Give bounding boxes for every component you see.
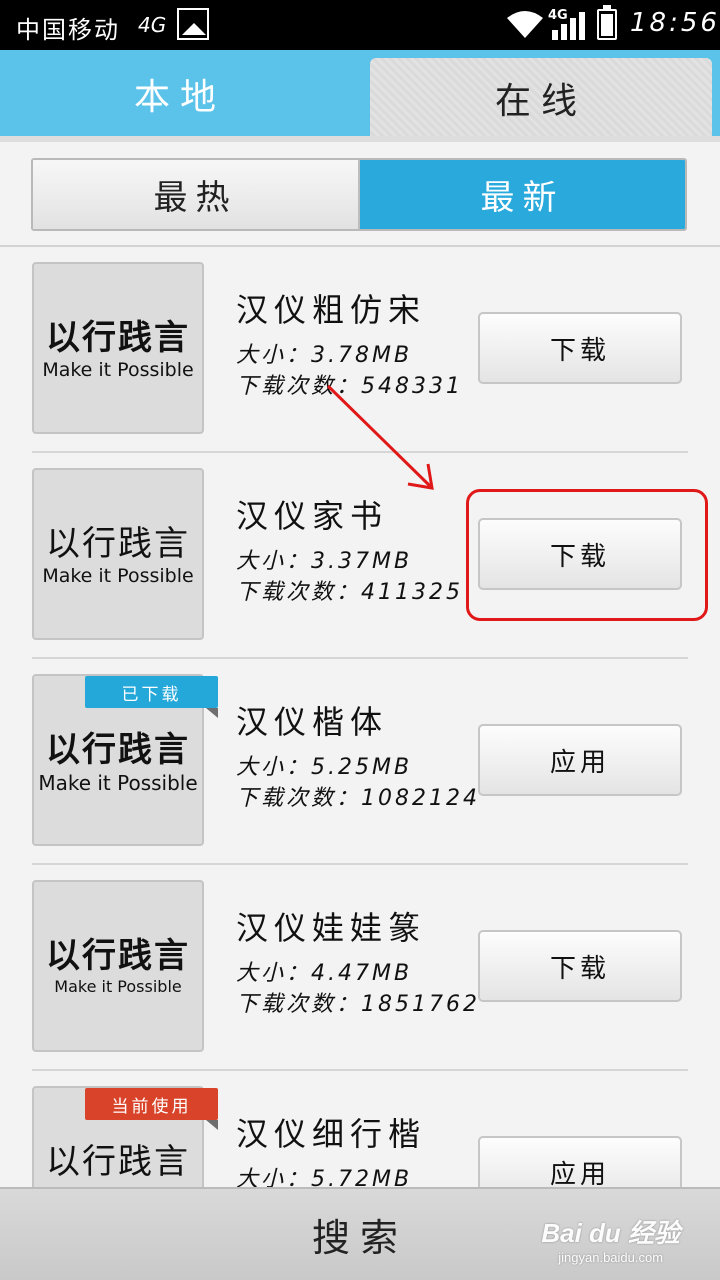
download-count-label: 下载次数：1851762 bbox=[236, 992, 480, 1017]
list-item: 以行践言 Make it Possible 汉仪粗仿宋 大小：3.78MB 下载… bbox=[0, 247, 720, 453]
image-icon bbox=[177, 8, 209, 40]
baidu-watermark: Bai du 经验 jingyan.baidu.com bbox=[541, 1213, 680, 1265]
preview-chinese-text: 以行践言 bbox=[46, 730, 190, 770]
preview-chinese-text: 以行践言 bbox=[46, 318, 190, 358]
status-bar: 中国移动 4G 4G 18:56 bbox=[0, 0, 720, 50]
segment-hottest[interactable]: 最热 bbox=[33, 160, 360, 229]
font-preview[interactable]: 以行践言 Make it Possible bbox=[32, 468, 204, 640]
watermark-url: jingyan.baidu.com bbox=[558, 1250, 664, 1265]
apply-button[interactable]: 应用 bbox=[478, 724, 682, 796]
download-button[interactable]: 下载 bbox=[478, 930, 682, 1002]
font-name: 汉仪楷体 bbox=[236, 703, 389, 741]
preview-english-text: Make it Possible bbox=[42, 565, 194, 587]
preview-english-text: Make it Possible bbox=[54, 977, 182, 996]
tab-online[interactable]: 在线 bbox=[370, 58, 712, 138]
font-size-label: 大小：5.25MB bbox=[236, 755, 413, 780]
download-button[interactable]: 下载 bbox=[478, 312, 682, 384]
font-size-label: 大小：5.72MB bbox=[236, 1167, 413, 1187]
font-name: 汉仪娃娃篆 bbox=[236, 909, 427, 947]
preview-chinese-text: 以行践言 bbox=[46, 524, 190, 564]
sort-segmented-control: 最热 最新 bbox=[31, 158, 687, 231]
font-preview[interactable]: 以行践言 当前使用 bbox=[32, 1086, 218, 1187]
apply-button[interactable]: 应用 bbox=[478, 1136, 682, 1187]
preview-english-text: Make it Possible bbox=[38, 771, 198, 795]
download-count-label: 下载次数：548331 bbox=[236, 374, 463, 399]
font-size-label: 大小：3.78MB bbox=[236, 343, 413, 368]
font-preview[interactable]: 以行践言 Make it Possible 已下载 bbox=[32, 674, 218, 846]
network-type-label: 4G bbox=[138, 13, 167, 37]
segment-newest[interactable]: 最新 bbox=[360, 160, 685, 229]
tab-bar-divider bbox=[0, 136, 720, 142]
watermark-logo: Bai du 经验 bbox=[541, 1218, 680, 1248]
font-name: 汉仪家书 bbox=[236, 497, 389, 535]
top-tab-bar: 本地 在线 bbox=[0, 50, 720, 138]
screen: 中国移动 4G 4G 18:56 本地 在线 最热 最新 以行践言 Make i… bbox=[0, 0, 720, 1280]
font-name: 汉仪细行楷 bbox=[236, 1115, 427, 1153]
font-preview[interactable]: 以行践言 Make it Possible bbox=[32, 880, 204, 1052]
tab-local[interactable]: 本地 bbox=[0, 50, 360, 138]
download-count-label: 下载次数：1082124 bbox=[236, 786, 480, 811]
preview-chinese-text: 以行践言 bbox=[46, 936, 190, 976]
current-use-badge: 当前使用 bbox=[85, 1088, 218, 1130]
wifi-icon bbox=[507, 11, 543, 38]
battery-icon bbox=[597, 5, 617, 40]
font-preview[interactable]: 以行践言 Make it Possible bbox=[32, 262, 204, 434]
font-list: 以行践言 Make it Possible 汉仪粗仿宋 大小：3.78MB 下载… bbox=[0, 247, 720, 1187]
clock: 18:56 bbox=[630, 8, 720, 38]
download-count-label: 下载次数：411325 bbox=[236, 580, 463, 605]
font-size-label: 大小：3.37MB bbox=[236, 549, 413, 574]
search-label: 搜索 bbox=[311, 1216, 408, 1260]
list-item: 以行践言 当前使用 汉仪细行楷 大小：5.72MB 应用 bbox=[0, 1071, 720, 1187]
list-item: 以行践言 Make it Possible 已下载 汉仪楷体 大小：5.25MB… bbox=[0, 659, 720, 865]
carrier-label: 中国移动 bbox=[16, 16, 120, 44]
list-item: 以行践言 Make it Possible 汉仪娃娃篆 大小：4.47MB 下载… bbox=[0, 865, 720, 1071]
preview-english-text: Make it Possible bbox=[42, 359, 194, 381]
font-size-label: 大小：4.47MB bbox=[236, 961, 413, 986]
preview-chinese-text: 以行践言 bbox=[46, 1142, 190, 1182]
downloaded-badge: 已下载 bbox=[85, 676, 218, 718]
font-name: 汉仪粗仿宋 bbox=[236, 291, 427, 329]
annotation-highlight-box bbox=[466, 489, 708, 621]
signal-icon bbox=[552, 12, 585, 40]
